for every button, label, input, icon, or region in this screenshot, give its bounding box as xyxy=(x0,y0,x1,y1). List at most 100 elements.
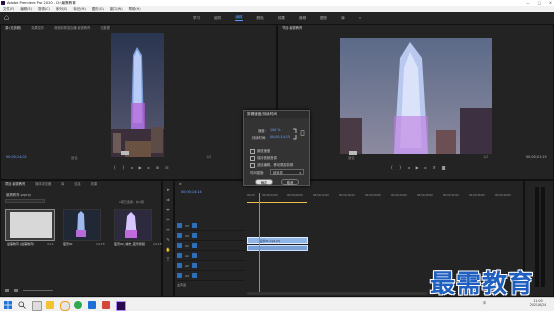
mark-out-icon[interactable]: } xyxy=(399,165,402,170)
time-interpolation-select[interactable]: 帧采样 ▾ xyxy=(270,169,304,175)
maintain-pitch-checkbox[interactable]: 保持音频音调 xyxy=(250,155,277,161)
ruler-label: 00;00;36;00 xyxy=(469,194,485,197)
project-clip-thumb-3[interactable] xyxy=(114,209,152,241)
clock[interactable]: 11:00 2021/6/24 xyxy=(525,299,551,307)
chevron-down-icon: ▾ xyxy=(299,171,301,175)
play-icon[interactable]: ▶ xyxy=(139,165,142,170)
tab-project[interactable]: 项目:最需教育 xyxy=(5,182,25,186)
workspace-tab-effects[interactable]: 效果 xyxy=(278,16,285,21)
mark-out-icon[interactable]: } xyxy=(122,165,125,170)
tab-audio-mixer[interactable]: 音频剪辑混合器:最需教育 xyxy=(54,26,90,30)
overwrite-icon[interactable]: ⊟ xyxy=(165,165,168,170)
timeline-horizontal-scrollbar[interactable] xyxy=(247,292,427,295)
zoom-slider[interactable] xyxy=(23,290,53,291)
project-panel: 项目:最需教育 媒体浏览器 库 信息 效果 最需教育.prproj 1项已选择，… xyxy=(0,180,162,297)
search-icon[interactable] xyxy=(18,301,26,309)
project-search-input[interactable] xyxy=(5,199,45,203)
timeline-timecode[interactable]: 00;00;14;14 xyxy=(181,190,202,194)
task-view-icon[interactable] xyxy=(32,301,42,311)
source-monitor-panel: 源:(无剪辑) 效果控件 音频剪辑混合器:最需教育 元数据 00;00;14;0… xyxy=(0,24,277,180)
workspace-tab-libraries[interactable]: 库 xyxy=(341,16,345,21)
workspace-tab-learn[interactable]: 学习 xyxy=(193,16,200,21)
track-header-a2: A2 xyxy=(177,261,245,271)
workspace-tab-editing[interactable]: 编辑 xyxy=(235,15,243,21)
track-headers: V3 V2 V1 A1 A2 A3 主声道 xyxy=(177,221,245,287)
mark-in-icon[interactable]: { xyxy=(390,165,393,170)
project-clip-thumb-1[interactable] xyxy=(5,209,55,241)
source-timecode[interactable]: 00;00;14;02 xyxy=(6,155,27,159)
reverse-speed-checkbox[interactable]: 倒放速度 xyxy=(250,148,270,154)
lift-icon[interactable]: ⊼ xyxy=(433,165,436,170)
premiere-pro-icon[interactable] xyxy=(116,301,126,311)
premiere-logo-icon xyxy=(1,1,5,5)
pen-tool-icon[interactable]: ✎ xyxy=(166,237,169,242)
razor-tool-icon[interactable]: ✂ xyxy=(166,217,169,222)
tab-metadata[interactable]: 元数据 xyxy=(100,26,110,30)
step-back-icon[interactable]: ◂ xyxy=(131,165,133,170)
master-track-label: 主声道 xyxy=(177,283,187,287)
step-back-icon[interactable]: ◂ xyxy=(408,165,410,170)
chrome-icon[interactable] xyxy=(74,301,82,309)
hand-tool-icon[interactable]: ✋ xyxy=(166,247,171,252)
input-language[interactable]: 中 xyxy=(483,300,486,305)
program-playhead-marker[interactable] xyxy=(349,151,357,155)
program-resolution-select[interactable]: 1/2 xyxy=(483,155,488,159)
source-fit-select[interactable]: 适合 xyxy=(71,155,78,160)
app-icon[interactable] xyxy=(88,301,96,309)
export-frame-icon[interactable]: ◙ xyxy=(442,165,446,170)
tab-libraries[interactable]: 库 xyxy=(61,182,64,186)
workspace-tab-audio[interactable]: 音频 xyxy=(299,16,306,21)
watermark-logo: 最需教育 xyxy=(430,269,535,298)
workspace-tab-assembly[interactable]: 组件 xyxy=(214,16,221,21)
speed-input[interactable]: 100 % xyxy=(270,128,280,132)
duration-input[interactable]: 00;00;14;15 xyxy=(270,135,290,139)
track-header-v3: V3 xyxy=(177,221,245,231)
tab-source[interactable]: 源:(无剪辑) xyxy=(5,26,21,30)
source-playhead-marker[interactable] xyxy=(121,151,129,155)
project-clip-name-3: 夜景02_城市_夜景视频 xyxy=(114,242,145,246)
tab-effect-controls[interactable]: 效果控件 xyxy=(31,26,44,30)
ripple-edit-checkbox[interactable]: 波纹编辑，移动尾部剪辑 xyxy=(250,162,293,168)
tab-media-browser[interactable]: 媒体浏览器 xyxy=(35,182,51,186)
list-view-icon[interactable] xyxy=(5,289,9,292)
ok-button[interactable]: 确定 xyxy=(255,179,273,185)
project-selection-count: 1项已选择，共4项 xyxy=(119,200,144,204)
slip-tool-icon[interactable]: ↔ xyxy=(166,227,169,232)
time-interpolation-label: 时间插值: xyxy=(250,171,265,175)
workspace-tab-color[interactable]: 颜色 xyxy=(257,16,264,21)
windows-start-icon[interactable] xyxy=(4,301,12,309)
tab-program[interactable]: 节目:最需教育 xyxy=(282,26,302,30)
timeline-ruler[interactable]: 00;00 00;00;04;00 00;00;08;00 00;00;12;0… xyxy=(247,194,523,202)
reset-icon[interactable] xyxy=(300,130,305,136)
play-icon[interactable]: ▶ xyxy=(416,165,419,170)
source-resolution-select[interactable]: 1/2 xyxy=(206,155,211,159)
timeline-video-clip[interactable]: 夜景01.mp4 [V] xyxy=(247,237,308,244)
work-area-bar[interactable] xyxy=(247,202,307,203)
ripple-edit-tool-icon[interactable]: ⇹ xyxy=(166,207,169,212)
selection-tool-icon[interactable]: ➤ xyxy=(166,187,169,192)
icon-view-icon[interactable] xyxy=(14,289,18,292)
track-header-v1: V1 xyxy=(177,241,245,251)
cancel-button[interactable]: 取消 xyxy=(281,179,299,185)
clip-speed-duration-dialog: 剪辑速度/持续时间 速度: 100 % 持续时间: 00;00;14;15 倒放… xyxy=(243,110,310,186)
tab-effects[interactable]: 效果 xyxy=(91,182,97,186)
speed-label: 速度: xyxy=(258,129,266,133)
type-tool-icon[interactable]: T xyxy=(167,257,169,262)
project-clip-thumb-2[interactable] xyxy=(63,209,101,241)
insert-icon[interactable]: ⊞ xyxy=(156,165,159,170)
home-icon[interactable] xyxy=(4,15,9,20)
browser-icon[interactable] xyxy=(60,301,70,311)
file-explorer-icon[interactable] xyxy=(46,301,54,309)
program-fit-select[interactable]: 适合 xyxy=(348,155,355,160)
app-icon[interactable] xyxy=(102,301,110,309)
mark-in-icon[interactable]: { xyxy=(114,165,117,170)
workspace-overflow-button[interactable]: » xyxy=(359,16,361,20)
workspace-tab-graphics[interactable]: 图形 xyxy=(320,16,327,21)
step-forward-icon[interactable]: ▸ xyxy=(425,165,427,170)
timeline-audio-clip[interactable] xyxy=(247,245,308,251)
timeline-playhead[interactable] xyxy=(259,193,260,293)
chain-link-icon[interactable] xyxy=(292,128,298,140)
step-forward-icon[interactable]: ▸ xyxy=(148,165,150,170)
tab-info[interactable]: 信息 xyxy=(74,182,80,186)
track-select-tool-icon[interactable]: ⇉ xyxy=(166,197,169,202)
